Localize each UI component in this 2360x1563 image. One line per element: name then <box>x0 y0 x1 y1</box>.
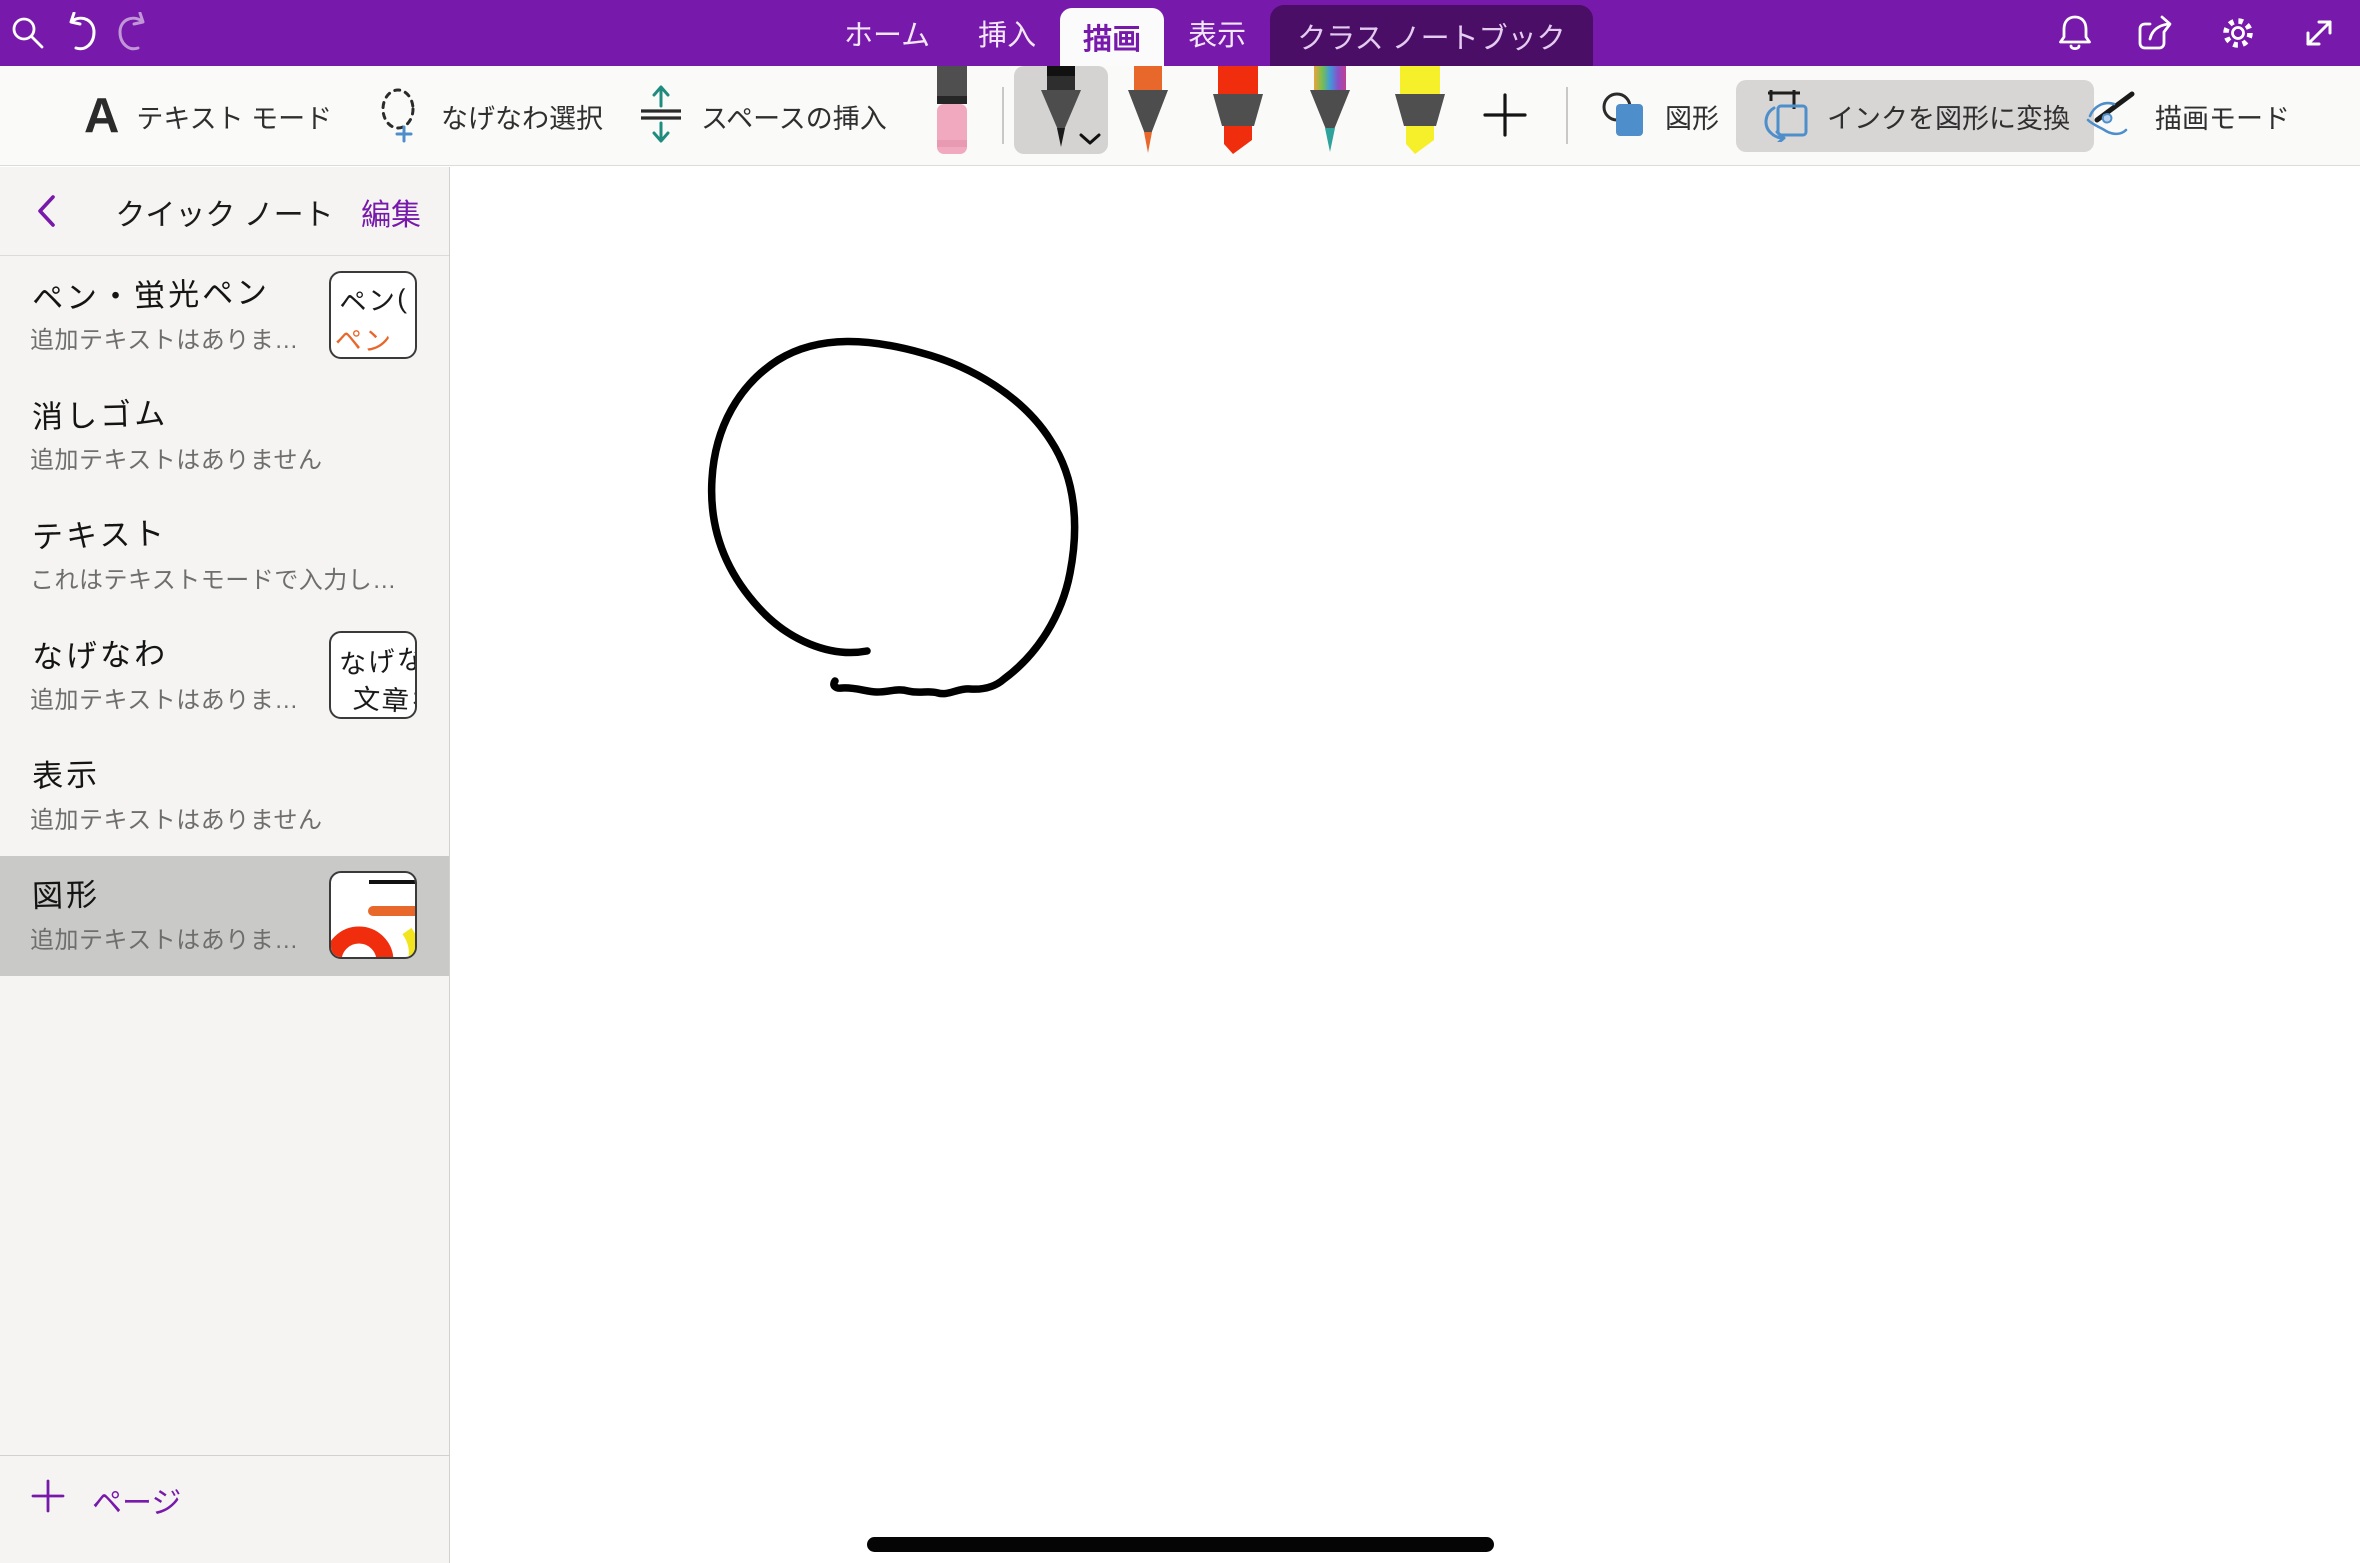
insert-space-icon <box>638 84 684 149</box>
page-item-pen-highlighter[interactable]: ペン・蛍光ペン 追加テキストはありま… ペン( ペン <box>0 256 449 376</box>
page-item-shapes-selected[interactable]: 図形 追加テキストはありま… <box>0 856 449 976</box>
yellow-highlighter-tool[interactable] <box>1390 66 1450 156</box>
sidebar-header: クイック ノート 編集 <box>0 167 449 256</box>
search-icon[interactable] <box>8 13 48 53</box>
undo-icon[interactable] <box>60 13 100 53</box>
text-mode-label: テキスト モード <box>136 97 332 136</box>
tab-insert[interactable]: 挿入 <box>954 0 1060 66</box>
page-title: ペン・蛍光ペン <box>31 267 270 319</box>
page-subtitle: これはテキストモードで入力し… <box>30 560 397 595</box>
page-item-view[interactable]: 表示 追加テキストはありません <box>0 736 449 856</box>
settings-icon[interactable] <box>2218 13 2258 53</box>
ribbon-tab-bar: ホーム 挿入 描画 表示 クラス ノートブック <box>820 0 1593 66</box>
page-item-lasso[interactable]: なげなわ 追加テキストはありま… なげなわ 文章を <box>0 616 449 736</box>
ink-to-shape-label: インクを図形に変換 <box>1827 97 2070 136</box>
thumbnail-ink-text: なげなわ <box>338 635 417 682</box>
page-subtitle: 追加テキストはありま… <box>30 920 299 955</box>
draw-mode-button[interactable]: 描画モード <box>2084 66 2290 166</box>
draw-ribbon: A テキスト モード なげなわ選択 <box>0 66 2360 166</box>
top-app-bar: ホーム 挿入 描画 表示 クラス ノートブック <box>0 0 2360 66</box>
lasso-icon <box>376 85 424 148</box>
insert-space-label: スペースの挿入 <box>701 97 887 136</box>
ink-drawn-circle <box>451 167 2360 1563</box>
plus-icon <box>30 1478 66 1522</box>
tab-view[interactable]: 表示 <box>1164 0 1270 66</box>
fullscreen-icon[interactable] <box>2299 13 2339 53</box>
page-subtitle: 追加テキストはありま… <box>30 680 299 715</box>
tab-class-notebook[interactable]: クラス ノートブック <box>1270 5 1592 66</box>
add-page-label: ページ <box>92 1478 181 1522</box>
page-subtitle: 追加テキストはありません <box>30 800 323 835</box>
page-title: 表示 <box>31 749 100 796</box>
page-thumbnail <box>329 871 417 959</box>
toolbar-divider <box>1002 87 1004 144</box>
draw-mode-label: 描画モード <box>2155 97 2290 136</box>
page-subtitle: 追加テキストはありま… <box>30 320 299 355</box>
lasso-label: なげなわ選択 <box>441 97 603 136</box>
onenote-app-window: ホーム 挿入 描画 表示 クラス ノートブック <box>0 0 2360 1563</box>
home-indicator-bar[interactable] <box>867 1537 1494 1552</box>
lasso-select-button[interactable]: なげなわ選択 <box>376 66 603 166</box>
black-pen-tool-selected[interactable] <box>1014 66 1108 154</box>
tab-home[interactable]: ホーム <box>820 0 954 66</box>
eraser-tool[interactable] <box>930 66 974 160</box>
share-icon[interactable] <box>2136 13 2176 53</box>
ink-to-shape-button[interactable]: インクを図形に変換 <box>1736 80 2094 152</box>
page-item-text[interactable]: テキスト これはテキストモードで入力し… <box>0 496 449 616</box>
text-mode-icon: A <box>84 92 119 141</box>
page-subtitle: 追加テキストはありません <box>30 440 323 475</box>
note-canvas[interactable] <box>451 167 2360 1563</box>
shapes-label: 図形 <box>1665 97 1719 136</box>
draw-mode-icon <box>2084 89 2138 144</box>
insert-space-button[interactable]: スペースの挿入 <box>638 66 887 166</box>
page-item-eraser[interactable]: 消しゴム 追加テキストはありません <box>0 376 449 496</box>
toolbar-divider <box>1566 87 1568 144</box>
ink-to-shape-icon <box>1760 86 1812 147</box>
page-title: 消しゴム <box>31 388 168 437</box>
page-title: テキスト <box>31 508 167 557</box>
sidebar-footer: ページ <box>0 1455 450 1563</box>
shapes-button[interactable]: 図形 <box>1600 66 1719 166</box>
page-list-sidebar: クイック ノート 編集 ペン・蛍光ペン 追加テキストはありま… ペン( ペン 消… <box>0 167 450 1563</box>
thumbnail-ink-text: 文章を <box>352 677 417 719</box>
chevron-down-icon[interactable] <box>1079 132 1101 150</box>
add-page-button[interactable]: ページ <box>30 1478 181 1522</box>
thumbnail-ink-text: ペン <box>334 318 394 359</box>
shapes-icon <box>1600 89 1648 144</box>
page-thumbnail: なげなわ 文章を <box>329 631 417 719</box>
orange-pen-tool[interactable] <box>1120 66 1176 156</box>
galaxy-pen-tool[interactable] <box>1302 66 1358 156</box>
bell-icon[interactable] <box>2055 13 2095 53</box>
page-list: ペン・蛍光ペン 追加テキストはありま… ペン( ペン 消しゴム 追加テキストはあ… <box>0 256 449 976</box>
text-mode-button[interactable]: A テキスト モード <box>84 66 332 166</box>
redo-icon[interactable] <box>114 13 154 53</box>
page-title: なげなわ <box>31 628 168 677</box>
red-highlighter-tool[interactable] <box>1208 66 1268 156</box>
edit-button[interactable]: 編集 <box>361 167 421 256</box>
tab-draw[interactable]: 描画 <box>1060 8 1164 66</box>
add-pen-button[interactable] <box>1482 92 1528 138</box>
page-thumbnail: ペン( ペン <box>329 271 417 359</box>
page-title: 図形 <box>31 869 100 916</box>
thumbnail-ink-text: ペン( <box>338 277 410 321</box>
